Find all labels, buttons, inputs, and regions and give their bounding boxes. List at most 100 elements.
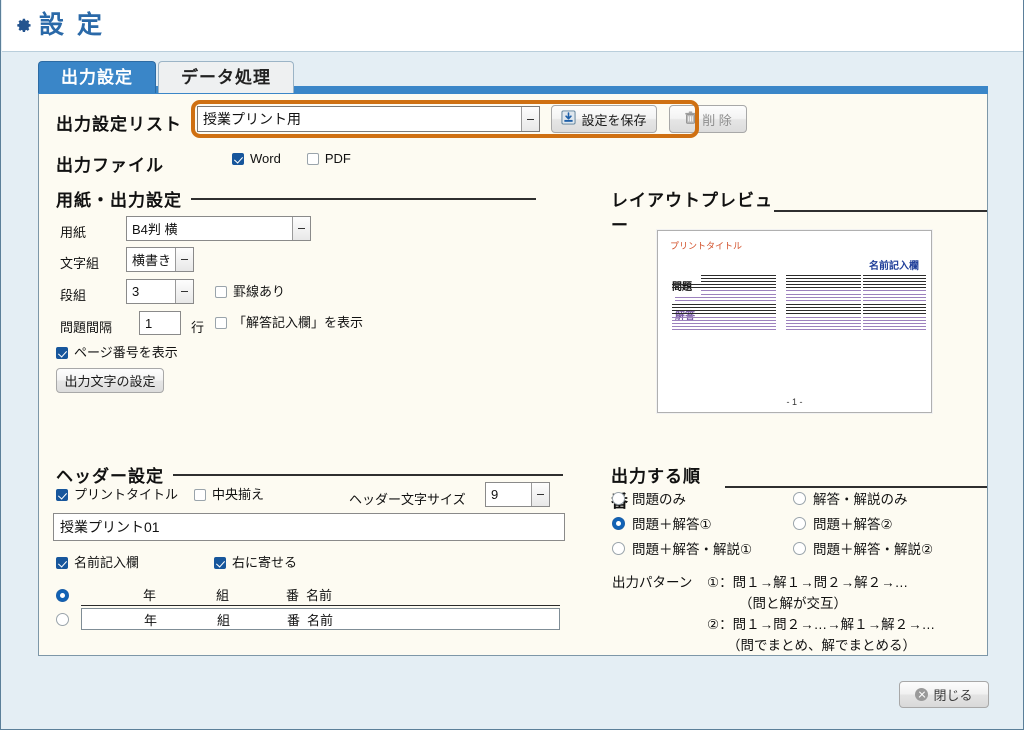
checkbox-ruled-lines-label: 罫線あり: [233, 284, 286, 299]
name-field-class: 組: [215, 588, 229, 603]
name-style-option-underline[interactable]: 年 組 番 名前: [56, 584, 560, 606]
checkbox-align-right[interactable]: 右に寄せる: [214, 556, 297, 569]
question-spacing-unit: 行: [191, 320, 205, 335]
delete-label: 削 除: [702, 112, 732, 128]
radio-order-question-answer-1[interactable]: 問題＋解答①: [612, 513, 712, 533]
columns-select[interactable]: 3: [126, 279, 194, 304]
checkbox-ruled-lines[interactable]: 罫線あり: [215, 285, 285, 298]
output-list-combobox[interactable]: 授業プリント用: [197, 106, 540, 132]
radio-order-question-answer-2-dot[interactable]: [793, 516, 806, 530]
checkbox-word-box[interactable]: [232, 152, 244, 165]
output-list-value: 授業プリント用: [203, 111, 301, 127]
question-spacing-input[interactable]: 1: [139, 311, 181, 335]
checkbox-print-title-label: プリントタイトル: [74, 487, 179, 502]
radio-order-answer-only-dot[interactable]: [793, 491, 806, 505]
radio-name-style-2[interactable]: [56, 612, 69, 626]
radio-order-question-only[interactable]: 問題のみ: [612, 488, 686, 508]
text-direction-label: 文字組: [60, 256, 100, 271]
output-pattern-label: 出力パターン: [612, 575, 693, 590]
header-section-title: ヘッダー設定: [56, 467, 164, 486]
chevron-down-icon[interactable]: [531, 483, 549, 506]
header-font-size-value: 9: [491, 487, 499, 502]
checkbox-ruled-lines-box[interactable]: [215, 285, 227, 298]
preview-section-title: レイアウトプレビュー: [611, 191, 773, 235]
chevron-down-icon[interactable]: [521, 107, 539, 131]
checkbox-name-field-box[interactable]: [56, 556, 68, 569]
save-download-icon: [561, 110, 577, 128]
checkbox-answer-field[interactable]: 「解答記入欄」を表示: [215, 316, 363, 329]
delete-button[interactable]: 削 除: [669, 105, 747, 133]
output-file-label: 出力ファイル: [56, 156, 164, 175]
name-field-class: 組: [216, 612, 230, 628]
save-settings-button[interactable]: 設定を保存: [551, 105, 657, 133]
checkbox-pdf[interactable]: PDF: [306, 151, 351, 166]
checkbox-name-field-label: 名前記入欄: [74, 555, 140, 570]
checkbox-word[interactable]: Word: [232, 152, 281, 165]
name-style-2-fields: 年 組 番 名前: [82, 609, 345, 629]
tab-output-settings[interactable]: 出力設定: [38, 61, 156, 93]
header-title-input[interactable]: 授業プリント01: [53, 513, 565, 541]
paper-section-title: 用紙・出力設定: [56, 191, 182, 210]
close-button[interactable]: 閉じる: [899, 681, 989, 708]
preview-print-title: プリントタイトル: [670, 241, 743, 251]
settings-dialog-window: 設 定 出力設定 データ処理 出力設定リスト 授業プリント用 設定を保存 削 除…: [0, 0, 1024, 730]
radio-order-question-answer-explanation-1[interactable]: 問題＋解答・解説①: [612, 538, 752, 558]
header-font-size-label: ヘッダー文字サイズ: [349, 492, 466, 507]
checkbox-print-title-box[interactable]: [56, 488, 68, 501]
radio-order-qae-2-dot[interactable]: [793, 541, 806, 555]
radio-order-question-answer-1-dot[interactable]: [612, 516, 625, 530]
tab-bar: 出力設定 データ処理: [38, 61, 294, 93]
chevron-down-icon[interactable]: [292, 217, 310, 240]
chevron-down-icon[interactable]: [175, 248, 193, 271]
name-field-number: 番: [286, 612, 300, 628]
radio-order-question-answer-1-label: 問題＋解答①: [632, 517, 712, 532]
output-pattern-2: ②：問１→問２→…→解１→解２→…: [707, 617, 936, 632]
checkbox-pdf-label: PDF: [324, 151, 351, 166]
chevron-down-icon[interactable]: [175, 280, 193, 303]
preview-page-number: - 1 -: [786, 397, 803, 407]
checkbox-pdf-box[interactable]: [306, 152, 319, 165]
close-circle-icon: [915, 688, 929, 701]
text-direction-select[interactable]: 横書き: [126, 247, 194, 272]
radio-order-qae-1-label: 問題＋解答・解説①: [632, 542, 753, 557]
checkbox-align-right-box[interactable]: [214, 556, 226, 569]
save-settings-label: 設定を保存: [581, 112, 647, 128]
radio-order-answer-only-label: 解答・解説のみ: [813, 492, 908, 507]
checkbox-answer-field-box[interactable]: [215, 316, 227, 329]
checkbox-center-align-box[interactable]: [194, 488, 206, 501]
name-style-underline-preview: 年 組 番 名前: [81, 584, 560, 606]
radio-order-qae-1-dot[interactable]: [612, 541, 625, 555]
checkbox-print-title[interactable]: プリントタイトル: [56, 488, 178, 501]
settings-panel: 出力設定リスト 授業プリント用 設定を保存 削 除 出力ファイル Word PD…: [38, 94, 988, 656]
checkbox-word-label: Word: [250, 151, 281, 166]
trash-icon: [684, 111, 697, 128]
section-divider: [173, 473, 563, 476]
name-style-option-boxed[interactable]: 年 組 番 名前: [56, 608, 560, 630]
checkbox-center-align[interactable]: 中央揃え: [194, 488, 264, 501]
question-spacing-label: 問題間隔: [60, 320, 113, 335]
checkbox-page-number[interactable]: ページ番号を表示: [56, 346, 178, 359]
preview-section-header: レイアウトプレビュー: [611, 186, 987, 236]
radio-order-question-answer-explanation-2[interactable]: 問題＋解答・解説②: [793, 538, 933, 558]
radio-order-question-answer-2[interactable]: 問題＋解答②: [793, 513, 893, 533]
checkbox-center-align-label: 中央揃え: [212, 487, 265, 502]
name-field-year: 年: [142, 588, 156, 603]
output-file-options: Word PDF: [232, 152, 351, 165]
tab-data-processing[interactable]: データ処理: [158, 61, 294, 93]
close-button-label: 閉じる: [933, 688, 973, 703]
header-font-size-select[interactable]: 9: [485, 482, 550, 507]
checkbox-name-field[interactable]: 名前記入欄: [56, 556, 139, 569]
section-divider: [191, 197, 536, 200]
preview-name-field: 名前記入欄: [869, 261, 919, 272]
output-list-label: 出力設定リスト: [56, 115, 182, 134]
radio-order-question-only-dot[interactable]: [612, 491, 625, 505]
paper-size-label: 用紙: [60, 225, 87, 240]
radio-order-answer-only[interactable]: 解答・解説のみ: [793, 488, 908, 508]
columns-label: 段組: [60, 288, 87, 303]
name-field-year: 年: [143, 612, 157, 628]
output-character-settings-button[interactable]: 出力文字の設定: [56, 368, 164, 393]
radio-name-style-1[interactable]: [56, 588, 69, 602]
paper-size-select[interactable]: B4判 横: [126, 216, 311, 241]
preview-column-1: [672, 275, 776, 332]
checkbox-page-number-box[interactable]: [56, 346, 68, 359]
